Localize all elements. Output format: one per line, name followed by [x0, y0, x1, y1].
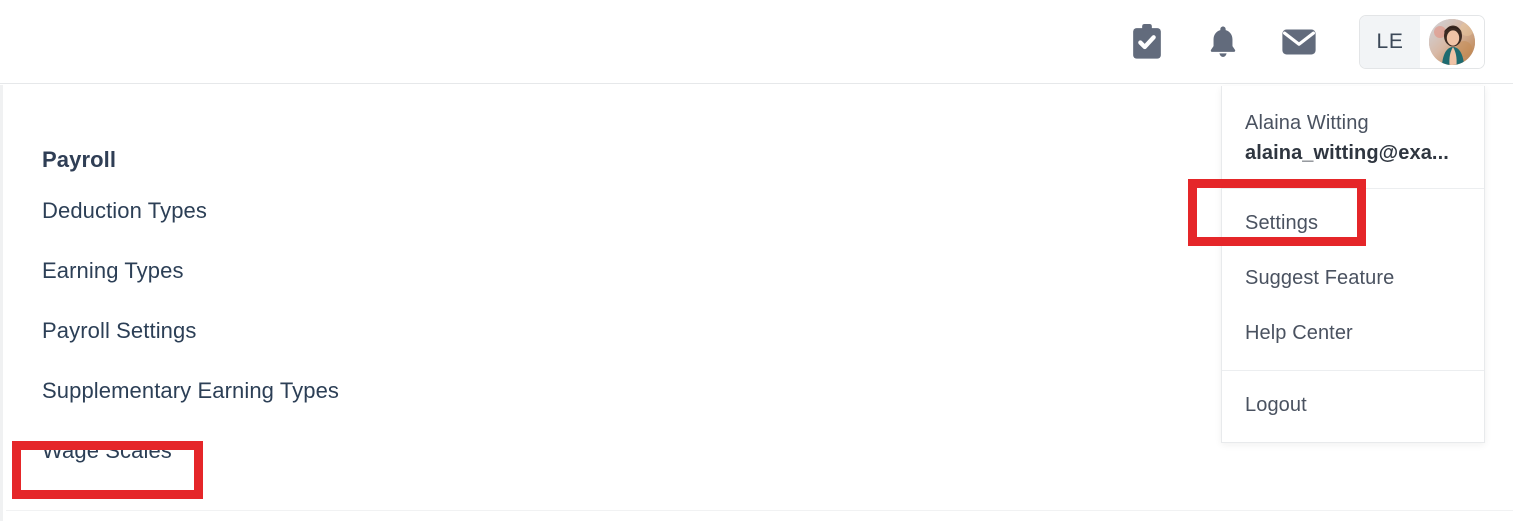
- dropdown-user-name: Alaina Witting: [1245, 112, 1369, 134]
- dropdown-item-label: Logout: [1245, 394, 1307, 416]
- notifications-icon[interactable]: [1185, 12, 1261, 72]
- dropdown-item-label: Suggest Feature: [1245, 267, 1395, 289]
- nav-item-label: Supplementary Earning Types: [42, 378, 340, 403]
- dropdown-user-email: alaina_witting@exa...: [1245, 142, 1449, 164]
- top-bar-actions: LE: [1109, 12, 1485, 72]
- content-divider: [6, 510, 1513, 511]
- nav-item-label: Wage Scales: [42, 438, 172, 463]
- messages-icon[interactable]: [1261, 12, 1337, 72]
- avatar: [1420, 15, 1484, 68]
- dropdown-item-label: Settings: [1245, 212, 1319, 234]
- nav-item-payroll-settings[interactable]: Payroll Settings: [3, 301, 643, 361]
- dropdown-item-logout[interactable]: Logout: [1222, 378, 1484, 433]
- payroll-settings-nav: Payroll Deduction Types Earning Types Pa…: [3, 145, 643, 481]
- tasks-icon[interactable]: [1109, 12, 1185, 72]
- user-initials: LE: [1360, 15, 1420, 68]
- nav-item-deduction-types[interactable]: Deduction Types: [3, 181, 643, 241]
- nav-item-supplementary-earning-types[interactable]: Supplementary Earning Types: [3, 361, 643, 421]
- page-title: Payroll: [42, 147, 117, 172]
- dropdown-item-suggest-feature[interactable]: Suggest Feature: [1222, 251, 1484, 306]
- top-bar: LE: [0, 0, 1513, 84]
- dropdown-user-info: Alaina Witting alaina_witting@exa...: [1222, 86, 1484, 188]
- nav-item-wage-scales[interactable]: Wage Scales: [3, 421, 643, 481]
- nav-item-label: Payroll Settings: [42, 318, 197, 343]
- nav-item-label: Earning Types: [42, 258, 184, 283]
- user-menu-button[interactable]: LE: [1359, 14, 1485, 69]
- dropdown-item-label: Help Center: [1245, 322, 1353, 344]
- dropdown-logout-group: Logout: [1222, 371, 1484, 442]
- nav-item-label: Deduction Types: [42, 198, 207, 223]
- dropdown-items-group: Settings Suggest Feature Help Center: [1222, 189, 1484, 370]
- dropdown-item-help-center[interactable]: Help Center: [1222, 306, 1484, 361]
- app-root: LE Payroll Deduction Types Earning Types…: [0, 0, 1513, 521]
- avatar-photo: [1429, 18, 1475, 65]
- user-dropdown-menu: Alaina Witting alaina_witting@exa... Set…: [1221, 86, 1485, 443]
- dropdown-item-settings[interactable]: Settings: [1222, 196, 1484, 251]
- nav-item-earning-types[interactable]: Earning Types: [3, 241, 643, 301]
